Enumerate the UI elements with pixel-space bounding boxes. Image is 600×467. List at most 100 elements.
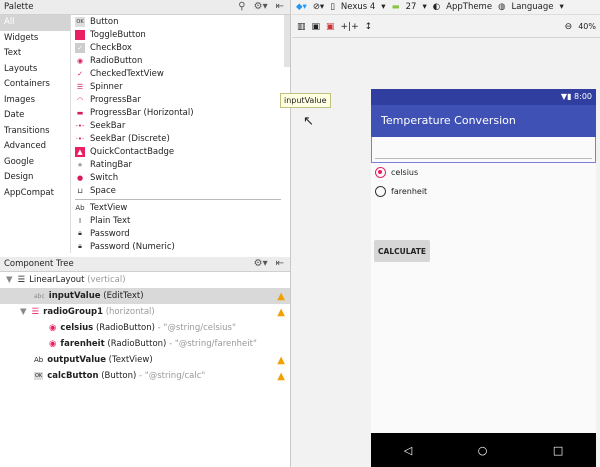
category-date[interactable]: Date xyxy=(0,108,70,124)
item-label: ProgressBar (Horizontal) xyxy=(90,107,194,118)
hide-icon[interactable]: ⇤ xyxy=(276,1,284,12)
row-type: (vertical) xyxy=(87,275,126,285)
row-name: farenheit xyxy=(60,339,105,349)
farenheit-radio[interactable]: farenheit xyxy=(371,182,596,201)
category-text[interactable]: Text xyxy=(0,46,70,62)
tree-row[interactable]: abc inputValue (EditText) ▲ xyxy=(0,288,290,304)
category-layouts[interactable]: Layouts xyxy=(0,62,70,78)
palette-item[interactable]: ✓ CheckBox xyxy=(72,41,284,54)
warning-icon[interactable]: ▲ xyxy=(277,355,285,366)
toggle-icon xyxy=(75,29,85,40)
palette-item[interactable]: ▬ ProgressBar (Horizontal) xyxy=(72,106,284,119)
tree-row[interactable]: Ab outputValue (TextView) ▲ xyxy=(0,352,290,368)
tree-row[interactable]: ▼ ☰ LinearLayout (vertical) xyxy=(0,272,290,288)
category-all[interactable]: All xyxy=(0,15,70,31)
progress-icon: ◠ xyxy=(76,95,84,104)
tree-row[interactable]: OK calcButton (Button) - "@string/calc" ▲ xyxy=(0,368,290,384)
warning-icon[interactable]: ▲ xyxy=(277,291,285,302)
row-extra: - "@string/calc" xyxy=(139,371,206,381)
celsius-radio[interactable]: celsius xyxy=(371,163,596,182)
palette-item[interactable]: ⊔ Space xyxy=(72,184,284,197)
item-label: RatingBar xyxy=(90,159,132,170)
category-transitions[interactable]: Transitions xyxy=(0,124,70,140)
nav-bar: ◁ ○ □ xyxy=(371,433,596,467)
palette-item[interactable]: ◉ RadioButton xyxy=(72,54,284,67)
palette-item[interactable]: ☰ Spinner xyxy=(72,80,284,93)
orientation-icon[interactable]: ⊘▾ xyxy=(313,2,324,12)
recents-icon[interactable]: □ xyxy=(553,444,563,457)
palette-scrollbar[interactable] xyxy=(284,15,290,67)
palette-item[interactable]: ▲ QuickContactBadge xyxy=(72,145,284,158)
expand-icon[interactable]: ▼ xyxy=(6,275,13,285)
category-containers[interactable]: Containers xyxy=(0,77,70,93)
palette-item[interactable]: ToggleButton xyxy=(72,28,284,41)
columns-icon[interactable]: ▥ xyxy=(297,22,306,32)
item-label: ToggleButton xyxy=(90,29,146,40)
seekbar-icon: -•- xyxy=(75,121,85,130)
warning-icon[interactable]: ▲ xyxy=(277,371,285,382)
palette-item[interactable]: ✓ CheckedTextView xyxy=(72,67,284,80)
gear-icon[interactable]: ⚙▾ xyxy=(254,1,268,12)
palette-header: Palette ⚲ ⚙▾ ⇤ xyxy=(0,0,290,15)
palette-title: Palette xyxy=(4,2,34,12)
radio-icon: ◉ xyxy=(49,339,57,349)
device-selector[interactable]: Nexus 4 xyxy=(341,2,375,12)
pan-vertical-icon[interactable]: ↕ xyxy=(365,22,373,32)
item-label: QuickContactBadge xyxy=(90,146,175,157)
item-label: Space xyxy=(90,185,116,196)
input-value-field[interactable] xyxy=(371,137,596,163)
tree-row[interactable]: ▼ ☰ radioGroup1 (horizontal) ▲ xyxy=(0,304,290,320)
theme-selector[interactable]: AppTheme xyxy=(446,2,492,12)
contact-icon: ▲ xyxy=(75,146,85,157)
palette-item[interactable]: 🔒︎ Password (Numeric) xyxy=(72,240,284,253)
row-type: (RadioButton) xyxy=(107,339,167,349)
blueprint-icon[interactable]: ▣ xyxy=(326,22,335,32)
pan-horizontal-icon[interactable]: +|+ xyxy=(341,22,359,32)
category-google[interactable]: Google xyxy=(0,155,70,171)
tree-row[interactable]: ◉ farenheit (RadioButton) - "@string/fare… xyxy=(0,336,290,352)
android-icon: ▬ xyxy=(391,2,400,12)
category-design[interactable]: Design xyxy=(0,170,70,186)
radio-group-icon: ☰ xyxy=(31,307,40,317)
back-icon[interactable]: ◁ xyxy=(404,444,412,457)
row-name: outputValue xyxy=(47,355,106,365)
category-images[interactable]: Images xyxy=(0,93,70,109)
warning-icon[interactable]: ▲ xyxy=(277,307,285,318)
calculate-button[interactable]: CALCULATE xyxy=(374,240,430,262)
row-type: (horizontal) xyxy=(105,307,155,317)
expand-icon[interactable]: ▼ xyxy=(20,307,27,317)
tooltip: inputValue xyxy=(280,93,331,108)
api-selector[interactable]: 27 xyxy=(406,2,417,12)
row-extra: - "@string/farenheit" xyxy=(169,339,257,349)
search-icon[interactable]: ⚲ xyxy=(238,1,245,12)
palette-item[interactable]: 🔒︎ Password xyxy=(72,227,284,240)
layers-icon[interactable]: ◆▾ xyxy=(296,2,307,12)
category-advanced[interactable]: Advanced xyxy=(0,139,70,155)
category-widgets[interactable]: Widgets xyxy=(0,31,70,47)
home-icon[interactable]: ○ xyxy=(478,444,488,457)
palette-item[interactable]: ● Switch xyxy=(72,171,284,184)
palette-item[interactable]: Ab TextView xyxy=(72,201,284,214)
category-appcompat[interactable]: AppCompat xyxy=(0,186,70,202)
zoom-out-icon[interactable]: ⊖ xyxy=(565,22,573,32)
palette-item[interactable]: ◠ ProgressBar xyxy=(72,93,284,106)
globe-icon: ◍ xyxy=(498,2,506,12)
item-label: Button xyxy=(90,16,119,27)
tree-row[interactable]: ◉ celsius (RadioButton) - "@string/celsiu… xyxy=(0,320,290,336)
palette-item[interactable]: ·•· SeekBar (Discrete) xyxy=(72,132,284,145)
palette-item[interactable]: ★ RatingBar xyxy=(72,158,284,171)
component-tree: Component Tree ⚙▾ ⇤ ▼ ☰ LinearLayout (verti… xyxy=(0,257,290,384)
palette-item[interactable]: I Plain Text xyxy=(72,214,284,227)
palette-item[interactable]: -•- SeekBar xyxy=(72,119,284,132)
status-bar: ▼▮ 8:00 xyxy=(371,89,596,105)
hide-icon[interactable]: ⇤ xyxy=(276,258,284,269)
palette-categories: All Widgets Text Layouts Containers Imag… xyxy=(0,15,71,253)
gear-icon[interactable]: ⚙▾ xyxy=(254,258,268,269)
row-extra: - "@string/celsius" xyxy=(157,323,236,333)
item-label: CheckBox xyxy=(90,42,132,53)
item-label: SeekBar xyxy=(90,120,126,131)
language-selector[interactable]: Language xyxy=(512,2,554,12)
design-view-icon[interactable]: ▣ xyxy=(312,22,321,32)
palette-item[interactable]: OK Button xyxy=(72,15,284,28)
radio-checked-icon xyxy=(375,167,386,178)
